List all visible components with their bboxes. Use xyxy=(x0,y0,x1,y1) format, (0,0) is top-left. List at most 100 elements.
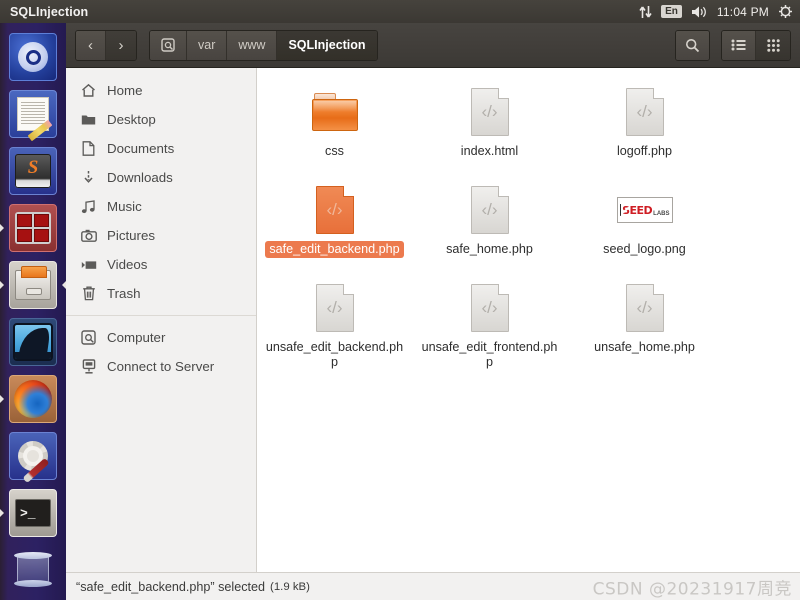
grid-view-button[interactable] xyxy=(756,30,790,60)
sidebar-item-music[interactable]: Music xyxy=(66,192,256,221)
image-thumbnail-icon: SEED LABS xyxy=(616,182,673,238)
gear-power-icon[interactable] xyxy=(778,4,793,19)
sidebar-divider xyxy=(66,315,256,316)
launcher-dock: S >_ xyxy=(0,23,66,600)
chevron-right-icon: › xyxy=(118,36,124,54)
code-glyph: ‹/› xyxy=(481,102,498,121)
computer-icon xyxy=(161,38,175,52)
sidebar-item-connect-to-server[interactable]: Connect to Server xyxy=(66,352,256,381)
breadcrumb-var[interactable]: var xyxy=(187,30,228,60)
dock-item-trash[interactable] xyxy=(6,543,60,597)
file-item-unsafe-home-php[interactable]: ‹/› unsafe_home.php xyxy=(567,278,722,376)
file-label: seed_logo.png xyxy=(603,242,686,256)
file-label: logoff.php xyxy=(616,144,673,158)
window-body: Home Desktop Documents Downloads Music P… xyxy=(66,68,800,572)
sidebar-item-label: Home xyxy=(107,83,143,98)
sidebar-item-label: Downloads xyxy=(107,170,173,185)
dock-item-terminator[interactable] xyxy=(6,201,60,255)
settings-tools-icon xyxy=(9,432,57,484)
top-panel: SQLInjection En 11:04 PM xyxy=(0,0,800,23)
sidebar-item-label: Documents xyxy=(107,141,175,156)
panel-clock[interactable]: 11:04 PM xyxy=(717,5,769,19)
sidebar-item-videos[interactable]: Videos xyxy=(66,250,256,279)
volume-icon[interactable] xyxy=(691,5,708,19)
breadcrumb-sqlinjection[interactable]: SQLInjection xyxy=(277,30,377,60)
file-grid[interactable]: css ‹/› index.html ‹/› logoff.php ‹/› sa… xyxy=(257,68,800,572)
sidebar-item-pictures[interactable]: Pictures xyxy=(66,221,256,250)
file-label: safe_edit_backend.php xyxy=(265,241,404,258)
sidebar-item-trash[interactable]: Trash xyxy=(66,279,256,308)
terminal-icon: >_ xyxy=(9,489,57,537)
dock-item-text-editor[interactable] xyxy=(6,87,60,142)
trash-icon xyxy=(80,285,97,302)
file-item-safe-edit-backend-php[interactable]: ‹/› safe_edit_backend.php xyxy=(257,180,412,278)
file-label: safe_home.php xyxy=(446,242,533,256)
sidebar-item-label: Music xyxy=(107,199,142,214)
file-item-unsafe-edit-frontend-php[interactable]: ‹/› unsafe_edit_frontend.php xyxy=(412,278,567,376)
desktop-folder-icon xyxy=(80,111,97,128)
server-icon xyxy=(80,358,97,375)
file-item-safe-home-php[interactable]: ‹/› safe_home.php xyxy=(412,180,567,278)
search-button[interactable] xyxy=(676,30,709,60)
code-glyph: ‹/› xyxy=(481,200,498,219)
search-icon xyxy=(685,38,700,53)
keyboard-layout-indicator[interactable]: En xyxy=(661,5,682,18)
firefox-icon xyxy=(9,375,57,423)
dock-item-seed-book[interactable]: S xyxy=(6,144,60,198)
dock-item-wireshark[interactable] xyxy=(6,315,60,369)
file-item-seed-logo-png[interactable]: SEED LABS seed_logo.png xyxy=(567,180,722,278)
sidebar-item-label: Trash xyxy=(107,286,141,301)
file-item-unsafe-edit-backend-php[interactable]: ‹/› unsafe_edit_backend.php xyxy=(257,278,412,376)
toolbar-right-group xyxy=(675,29,791,61)
file-label: css xyxy=(325,144,344,158)
camera-icon xyxy=(80,227,97,244)
file-label: unsafe_edit_frontend.php xyxy=(421,340,558,369)
code-file-icon: ‹/› xyxy=(466,280,514,336)
sidebar-item-label: Pictures xyxy=(107,228,156,243)
breadcrumb-root-device[interactable] xyxy=(150,30,187,60)
file-item-logoff-php[interactable]: ‹/› logoff.php xyxy=(567,82,722,180)
file-item-index-html[interactable]: ‹/› index.html xyxy=(412,82,567,180)
view-toggle-group xyxy=(721,29,791,61)
sidebar-item-computer[interactable]: Computer xyxy=(66,323,256,352)
text-editor-icon xyxy=(9,90,57,142)
sidebar-item-desktop[interactable]: Desktop xyxy=(66,105,256,134)
search-group xyxy=(675,29,710,61)
status-selection-text: “safe_edit_backend.php” selected xyxy=(76,579,266,594)
network-updown-icon[interactable] xyxy=(639,5,652,19)
code-file-icon: ‹/› xyxy=(466,182,514,238)
download-icon xyxy=(80,169,97,186)
forward-button[interactable]: › xyxy=(106,30,136,60)
sidebar-item-label: Connect to Server xyxy=(107,359,215,374)
dock-item-firefox[interactable] xyxy=(6,372,60,426)
sidebar-item-documents[interactable]: Documents xyxy=(66,134,256,163)
code-file-icon: ‹/› xyxy=(621,84,669,140)
sidebar-item-home[interactable]: Home xyxy=(66,76,256,105)
wireshark-icon xyxy=(9,318,57,366)
dock-item-terminal[interactable]: >_ xyxy=(6,486,60,540)
dock-item-files[interactable] xyxy=(6,258,60,312)
sidebar-item-label: Videos xyxy=(107,257,148,272)
code-glyph: ‹/› xyxy=(326,298,343,317)
code-glyph: ‹/› xyxy=(636,102,653,121)
trash-icon xyxy=(9,546,57,594)
folder-icon xyxy=(311,84,359,140)
file-manager-toolbar: ‹ › var www SQLInjection xyxy=(66,23,800,68)
document-icon xyxy=(80,140,97,157)
list-view-button[interactable] xyxy=(722,30,756,60)
code-file-icon: ‹/› xyxy=(466,84,514,140)
grid-view-icon xyxy=(766,38,780,52)
back-button[interactable]: ‹ xyxy=(76,30,106,60)
file-manager-window: ‹ › var www SQLInjection Home Desktop Do… xyxy=(66,23,800,600)
dock-item-system-tools[interactable] xyxy=(6,429,60,484)
seed-shield-icon xyxy=(619,204,622,216)
breadcrumb-www[interactable]: www xyxy=(227,30,278,60)
sidebar-item-downloads[interactable]: Downloads xyxy=(66,163,256,192)
list-view-icon xyxy=(731,39,746,51)
status-file-size: (1.9 kB) xyxy=(270,580,310,593)
ubuntu-logo-icon xyxy=(9,33,57,81)
code-file-icon: ‹/› xyxy=(621,280,669,336)
breadcrumb: var www SQLInjection xyxy=(149,29,378,61)
dock-item-dash-home[interactable] xyxy=(6,30,60,84)
file-item-css[interactable]: css xyxy=(257,82,412,180)
